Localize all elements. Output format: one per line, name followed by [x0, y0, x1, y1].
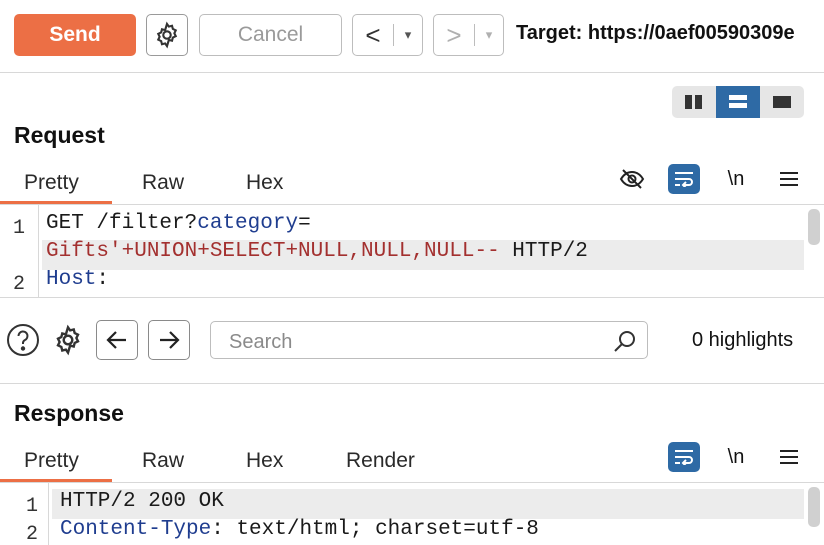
- response-line-2: Content-Type: text/html; charset=utf-8: [60, 518, 539, 541]
- hamburger-menu-icon: [780, 450, 798, 464]
- request-scrollbar[interactable]: [808, 209, 820, 245]
- gear-icon: [56, 324, 80, 356]
- layout-single-button[interactable]: [760, 86, 804, 118]
- request-menu-button[interactable]: [774, 164, 804, 194]
- header-key: Content-Type: [60, 518, 212, 541]
- next-match-button[interactable]: [148, 320, 190, 360]
- forward-nav-group: > ▾: [433, 14, 504, 56]
- layout-stacked-button[interactable]: [716, 86, 760, 118]
- forward-history-dropdown[interactable]: ▾: [475, 27, 503, 43]
- back-history-dropdown[interactable]: ▾: [394, 27, 422, 43]
- previous-match-button[interactable]: [96, 320, 138, 360]
- search-input[interactable]: [227, 330, 601, 355]
- line-number: 2: [13, 273, 26, 296]
- hamburger-menu-icon: [780, 172, 798, 186]
- request-newline-toggle[interactable]: \n: [720, 164, 752, 194]
- single-pane-icon: [773, 96, 791, 108]
- target-label: Target: https://0aef00590309e: [516, 22, 795, 44]
- highlights-count: 0 highlights: [692, 329, 794, 351]
- rows-icon: [729, 95, 747, 108]
- wrap-lines-icon: [675, 450, 693, 465]
- columns-icon: [685, 95, 702, 109]
- help-circle-icon: [7, 324, 39, 356]
- request-tab-hex[interactable]: Hex: [246, 171, 283, 195]
- request-line-2: Host:: [46, 268, 109, 291]
- help-button[interactable]: [5, 322, 41, 358]
- divider: [0, 297, 824, 298]
- response-editor[interactable]: 1 2 HTTP/2 200 OK Content-Type: text/htm…: [0, 483, 824, 545]
- arrow-left-icon: [106, 331, 126, 349]
- header-key: Host: [46, 268, 97, 291]
- send-button[interactable]: Send: [14, 14, 136, 56]
- response-menu-button[interactable]: [774, 442, 804, 472]
- back-button[interactable]: <: [353, 20, 393, 51]
- line-number: 1: [26, 495, 39, 518]
- line-number: 2: [26, 523, 39, 545]
- forward-button[interactable]: >: [434, 20, 474, 51]
- response-tab-hex[interactable]: Hex: [246, 449, 283, 473]
- layout-side-by-side-button[interactable]: [672, 86, 716, 118]
- cancel-button[interactable]: Cancel: [199, 14, 342, 56]
- send-settings-button[interactable]: [146, 14, 188, 56]
- param-key: category: [197, 212, 299, 235]
- header-colon: :: [96, 268, 110, 291]
- gutter-divider: [38, 205, 39, 297]
- request-line-1a: GET /filter?category=: [46, 212, 311, 235]
- divider: [0, 383, 824, 384]
- request-tab-pretty[interactable]: Pretty: [24, 171, 79, 195]
- header-colon: :: [211, 518, 224, 541]
- gutter-divider: [48, 483, 49, 545]
- response-tab-pretty[interactable]: Pretty: [24, 449, 79, 473]
- request-line-1b: Gifts'+UNION+SELECT+NULL,NULL,NULL-- HTT…: [46, 240, 588, 263]
- gear-icon: [156, 21, 178, 49]
- layout-toggle: [672, 86, 804, 118]
- search-box: [210, 321, 648, 359]
- back-nav-group: < ▾: [352, 14, 423, 56]
- response-word-wrap-button[interactable]: [668, 442, 700, 472]
- response-newline-toggle[interactable]: \n: [720, 442, 752, 472]
- param-value: Gifts'+UNION+SELECT+NULL,NULL,NULL--: [46, 240, 500, 263]
- wrap-lines-icon: [675, 172, 693, 187]
- search-icon: [614, 331, 635, 352]
- top-toolbar: Send Cancel < ▾ > ▾ Target: https://0aef…: [0, 0, 824, 73]
- arrow-right-icon: [160, 331, 180, 349]
- response-line-1: HTTP/2 200 OK: [60, 490, 224, 513]
- eye-slash-icon: [619, 169, 645, 189]
- request-editor[interactable]: 1 2 GET /filter?category= Gifts'+UNION+S…: [0, 205, 824, 297]
- response-tab-raw[interactable]: Raw: [142, 449, 184, 473]
- search-settings-button[interactable]: [50, 322, 86, 358]
- request-protocol: HTTP/2: [499, 240, 588, 263]
- param-equals: =: [298, 212, 311, 235]
- request-tab-raw[interactable]: Raw: [142, 171, 184, 195]
- header-value: text/html; charset=utf-8: [223, 518, 539, 541]
- response-tab-render[interactable]: Render: [346, 449, 415, 473]
- request-title: Request: [14, 122, 105, 148]
- response-title: Response: [14, 400, 124, 426]
- response-scrollbar[interactable]: [808, 487, 820, 527]
- request-method-path: GET /filter?: [46, 212, 198, 235]
- request-word-wrap-button[interactable]: [668, 164, 700, 194]
- hide-non-printable-button[interactable]: [616, 163, 648, 195]
- line-number: 1: [13, 217, 26, 240]
